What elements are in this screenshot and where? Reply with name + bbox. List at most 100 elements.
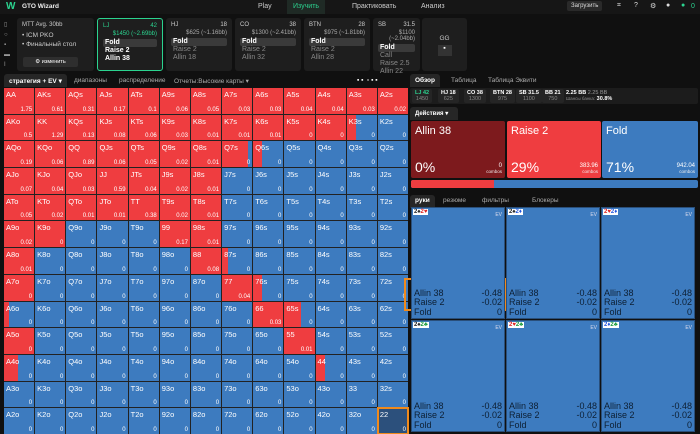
position-card-lj[interactable]: LJ 42 $1450 (~2.69bb) Fold Raise 2 Allin 38 (97, 18, 163, 71)
hand-cell-97o[interactable]: 97o 0 (159, 274, 190, 301)
hand-cell-ATs[interactable]: ATs 0.1 (128, 88, 159, 114)
stack-chip[interactable]: CO 38 1300 (464, 89, 486, 103)
hand-cell-K2s[interactable]: K2s 0 (377, 114, 408, 141)
logo[interactable]: W (6, 1, 15, 12)
hand-cell-A2o[interactable]: A2o 0 (4, 408, 35, 434)
user-icon[interactable]: ● (666, 2, 670, 9)
hand-cell-82s[interactable]: 82s 0 (377, 248, 408, 274)
nav-play[interactable]: Play (258, 3, 272, 10)
action-option[interactable]: Call (378, 52, 415, 60)
tab-table[interactable]: Таблица (446, 74, 482, 87)
hand-cell-KJo[interactable]: KJo 0.04 (35, 168, 66, 194)
tab-ranges[interactable]: диапазоны (69, 74, 112, 87)
hand-cell-Q5s[interactable]: Q5s 0 (284, 141, 315, 168)
hand-cell-J5s[interactable]: J5s 0 (284, 168, 315, 194)
hand-cell-93s[interactable]: 93s 0 (346, 221, 377, 248)
hand-cell-95s[interactable]: 95s 0 (284, 221, 315, 248)
hand-cell-65o[interactable]: 65o 0 (253, 328, 284, 354)
hand-cell-K8o[interactable]: K8o 0 (35, 248, 66, 274)
hand-cell-Q3s[interactable]: Q3s 0 (346, 141, 377, 168)
hand-cell-K6o[interactable]: K6o 0 (35, 301, 66, 328)
hand-cell-97s[interactable]: 97s 0 (222, 221, 253, 248)
save-icon[interactable]: ▪ (437, 45, 452, 56)
hand-cell-85o[interactable]: 85o 0 (190, 328, 222, 354)
tab-equity-table[interactable]: Таблица Эквити (483, 74, 542, 87)
action-box-2[interactable]: Fold 71% 942.04 combos (602, 121, 698, 178)
hand-cell-66[interactable]: 66 0.03 (253, 301, 284, 328)
save-icon[interactable]: ▪ (4, 40, 14, 50)
action-option[interactable]: Fold (103, 39, 157, 47)
hand-cell-K4s[interactable]: K4s 0 (315, 114, 346, 141)
hand-cell-K3s[interactable]: K3s 0 (346, 114, 377, 141)
hand-cell-J2o[interactable]: J2o 0 (97, 408, 128, 434)
hand-cell-54o[interactable]: 54o 0 (284, 354, 315, 381)
hand-cell-AQs[interactable]: AQs 0.31 (66, 88, 97, 114)
hand-cell-AJs[interactable]: AJs 0.17 (97, 88, 128, 114)
hand-cell-J4o[interactable]: J4o 0 (97, 354, 128, 381)
hand-combo-card[interactable]: 2♠2♣ EV Allin 38 -0.48 Raise 2 -0.02 Fold 0 (411, 320, 505, 432)
hand-cell-T4o[interactable]: T4o 0 (128, 354, 159, 381)
hand-cell-T5s[interactable]: T5s 0 (284, 194, 315, 221)
app-title[interactable]: GTO Wizard (22, 3, 59, 10)
hand-cell-QTs[interactable]: QTs 0.05 (128, 141, 159, 168)
position-card-hj[interactable]: HJ 18 $625 (~1.16bb) Fold Raise 2 Allin 18 (166, 18, 232, 71)
hand-cell-TT[interactable]: TT 0.38 (128, 194, 159, 221)
stack-chip[interactable]: SB 31.5 1100 (516, 89, 542, 103)
hand-cell-32s[interactable]: 32s 0 (377, 381, 408, 408)
hand-cell-ATo[interactable]: ATo 0.05 (4, 194, 35, 221)
hand-cell-KJs[interactable]: KJs 0.08 (97, 114, 128, 141)
nav-study[interactable]: Изучить (287, 0, 326, 14)
scan-icon[interactable]: ⌗ (617, 2, 621, 10)
hand-cell-QQ[interactable]: QQ 0.89 (66, 141, 97, 168)
hand-cell-86s[interactable]: 86s 0 (253, 248, 284, 274)
hand-cell-83s[interactable]: 83s 0 (346, 248, 377, 274)
hand-cell-A7o[interactable]: A7o 0 (4, 274, 35, 301)
hand-cell-73s[interactable]: 73s 0 (346, 274, 377, 301)
hand-cell-J3s[interactable]: J3s 0 (346, 168, 377, 194)
hand-cell-84o[interactable]: 84o 0 (190, 354, 222, 381)
hand-cell-96o[interactable]: 96o 0 (159, 301, 190, 328)
hand-cell-22[interactable]: 22 0 (376, 407, 410, 434)
hand-cell-A4o[interactable]: A4o 0 (4, 354, 35, 381)
hand-cell-A9s[interactable]: A9s 0.06 (159, 88, 190, 114)
hand-cell-J6o[interactable]: J6o 0 (97, 301, 128, 328)
hand-cell-K9o[interactable]: K9o 0 (35, 221, 66, 248)
hand-cell-64s[interactable]: 64s 0 (315, 301, 346, 328)
hand-cell-63o[interactable]: 63o 0 (253, 381, 284, 408)
hand-cell-87o[interactable]: 87o 0 (190, 274, 222, 301)
hand-cell-J5o[interactable]: J5o 0 (97, 328, 128, 354)
hand-cell-95o[interactable]: 95o 0 (159, 328, 190, 354)
hand-cell-K9s[interactable]: K9s 0.03 (159, 114, 190, 141)
hand-cell-A4s[interactable]: A4s 0.04 (315, 88, 346, 114)
hand-cell-75o[interactable]: 75o 0 (222, 328, 253, 354)
hand-cell-T7o[interactable]: T7o 0 (128, 274, 159, 301)
hand-cell-43o[interactable]: 43o 0 (315, 381, 346, 408)
hand-cell-Q4o[interactable]: Q4o 0 (66, 354, 97, 381)
action-option[interactable]: Raise 2 (309, 46, 365, 54)
hand-cell-93o[interactable]: 93o 0 (159, 381, 190, 408)
hand-cell-63s[interactable]: 63s 0 (346, 301, 377, 328)
hand-cell-J7o[interactable]: J7o 0 (97, 274, 128, 301)
hand-cell-Q9s[interactable]: Q9s 0.02 (159, 141, 190, 168)
action-option[interactable]: Fold (378, 44, 415, 52)
hand-cell-T6o[interactable]: T6o 0 (128, 301, 159, 328)
hand-cell-T3s[interactable]: T3s 0 (346, 194, 377, 221)
tab-reports[interactable]: Отчеты:Высокие карты ▾ (169, 74, 254, 87)
hand-cell-K3o[interactable]: K3o 0 (35, 381, 66, 408)
gamepad-icon[interactable]: ▬ (4, 50, 14, 60)
action-box-0[interactable]: Allin 38 0% 0 combos (411, 121, 505, 178)
hand-cell-85s[interactable]: 85s 0 (284, 248, 315, 274)
hand-cell-53s[interactable]: 53s 0 (346, 328, 377, 354)
hand-combo-card[interactable]: 2♥2♣ EV Allin 38 -0.48 Raise 2 -0.02 Fold 0 (506, 320, 600, 432)
hand-cell-K2o[interactable]: K2o 0 (35, 408, 66, 434)
hand-cell-T9s[interactable]: T9s 0.02 (159, 194, 190, 221)
hand-cell-65s[interactable]: 65s 0 (284, 301, 315, 328)
hand-cell-74o[interactable]: 74o 0 (222, 354, 253, 381)
hand-cell-K5o[interactable]: K5o 0 (35, 328, 66, 354)
tab-distribution[interactable]: распределение (114, 74, 171, 87)
hand-cell-JTo[interactable]: JTo 0.01 (97, 194, 128, 221)
hand-cell-A9o[interactable]: A9o 0.02 (4, 221, 35, 248)
hand-cell-J9o[interactable]: J9o 0 (97, 221, 128, 248)
bookmark-icon[interactable]: ▯ (4, 20, 14, 30)
hand-cell-87s[interactable]: 87s 0 (222, 248, 253, 274)
